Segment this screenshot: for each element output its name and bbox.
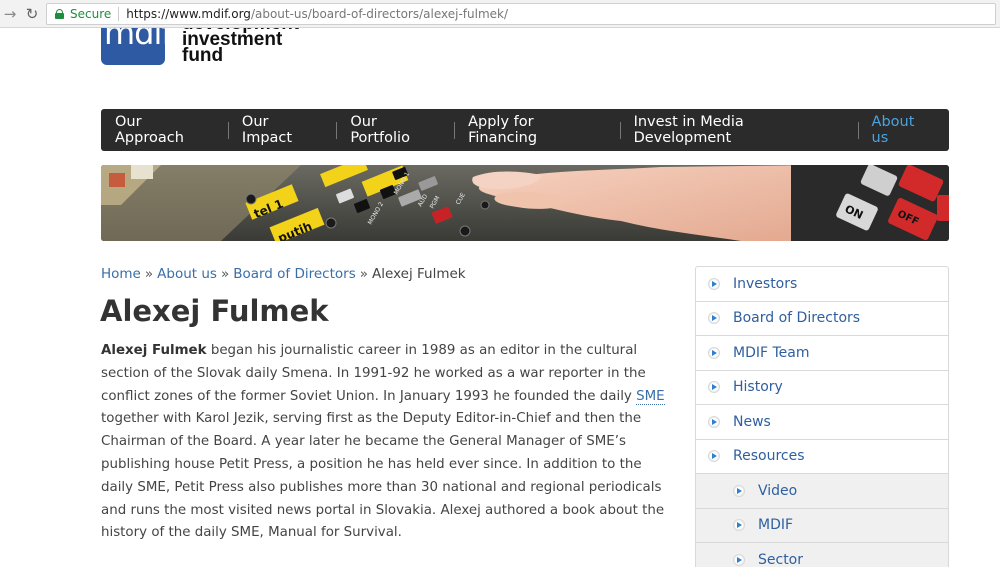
nav-invest-in-media-development[interactable]: Invest in Media Development [619,109,858,151]
sidebar-item-board-of-directors[interactable]: Board of Directors [696,302,948,336]
url-path: /about-us/board-of-directors/alexej-fulm… [250,7,509,21]
nav-our-portfolio[interactable]: Our Portfolio [336,109,454,151]
sme-link[interactable]: SME [636,388,665,405]
main-nav: Our Approach Our Impact Our Portfolio Ap… [101,109,949,151]
address-bar[interactable]: Secure https://www.mdif.org /about-us/bo… [46,3,996,25]
sidebar-item-label: MDIF Team [733,344,810,361]
sidebar-item-mdif-team[interactable]: MDIF Team [696,336,948,371]
nav-apply-for-financing[interactable]: Apply for Financing [454,109,619,151]
sidebar-item-investors[interactable]: Investors [696,267,948,302]
arrow-bullet-icon [708,277,720,290]
breadcrumb-home[interactable]: Home [101,266,141,282]
sidebar-item-label: News [733,413,771,430]
url-divider [118,7,120,21]
url-host: https://www.mdif.org [126,7,251,21]
arrow-bullet-icon [708,415,720,428]
bio-name: Alexej Fulmek [101,343,207,358]
breadcrumb-separator: » [220,266,230,282]
breadcrumb-about-us[interactable]: About us [157,266,217,282]
mixing-console-illustration: tel 1 putih MONO 2 MONO 1 AUD PGM CUE ON… [101,165,949,241]
sidebar-subitem-video[interactable]: Video [696,474,948,509]
logo-mark-text: mdif [104,28,165,52]
breadcrumb: Home» About us» Board of Directors» Alexej … [101,266,466,282]
breadcrumb-current: Alexej Fulmek [372,266,466,282]
arrow-bullet-icon [708,346,720,359]
logo-line-3: fund [182,45,224,66]
sidebar-item-label: Sector [758,551,804,567]
sidebar-subitem-sector[interactable]: Sector [696,543,948,567]
secure-label: Secure [70,7,112,21]
reload-icon[interactable]: ↻ [23,5,41,23]
browser-toolbar: → ↻ Secure https://www.mdif.org /about-u… [0,0,1000,28]
bio-text-part-2: together with Karol Jezik, serving first… [101,411,665,541]
sidebar-item-label: Video [758,482,798,499]
breadcrumb-board-of-directors[interactable]: Board of Directors [233,266,356,282]
nav-our-impact[interactable]: Our Impact [227,109,336,151]
sidebar-item-history[interactable]: History [696,371,948,405]
sidebar-item-label: MDIF [758,517,794,534]
sidebar-item-resources[interactable]: Resources [696,440,948,474]
breadcrumb-separator: » [359,266,369,282]
header-banner-image: tel 1 putih MONO 2 MONO 1 AUD PGM CUE ON… [101,165,949,241]
arrow-bullet-icon [708,381,720,394]
sidebar-subitem-mdif[interactable]: MDIF [696,508,948,543]
arrow-bullet-icon [733,553,745,566]
sidebar-item-news[interactable]: News [696,405,948,440]
page-title: Alexej Fulmek [100,294,329,328]
arrow-bullet-icon [733,519,745,532]
sidebar-item-label: Investors [733,275,798,292]
nav-our-approach[interactable]: Our Approach [101,109,228,151]
arrow-bullet-icon [708,450,720,463]
breadcrumb-separator: » [144,266,154,282]
nav-about-us[interactable]: About us [857,109,949,151]
logo-mark[interactable]: mdif [101,28,165,65]
sidebar-item-label: Resources [733,448,805,465]
sidebar-item-label: Board of Directors [733,310,861,327]
arrow-bullet-icon [733,484,745,497]
sidebar-menu: Investors Board of Directors MDIF Team H… [695,266,949,567]
arrow-bullet-icon [708,312,720,325]
logo-wordmark[interactable]: development investment fund [182,28,322,68]
sidebar-item-label: History [733,379,783,396]
back-arrow-icon[interactable]: → [1,5,19,23]
lock-icon [55,9,64,19]
bio-paragraph: Alexej Fulmek began his journalistic car… [101,340,673,545]
